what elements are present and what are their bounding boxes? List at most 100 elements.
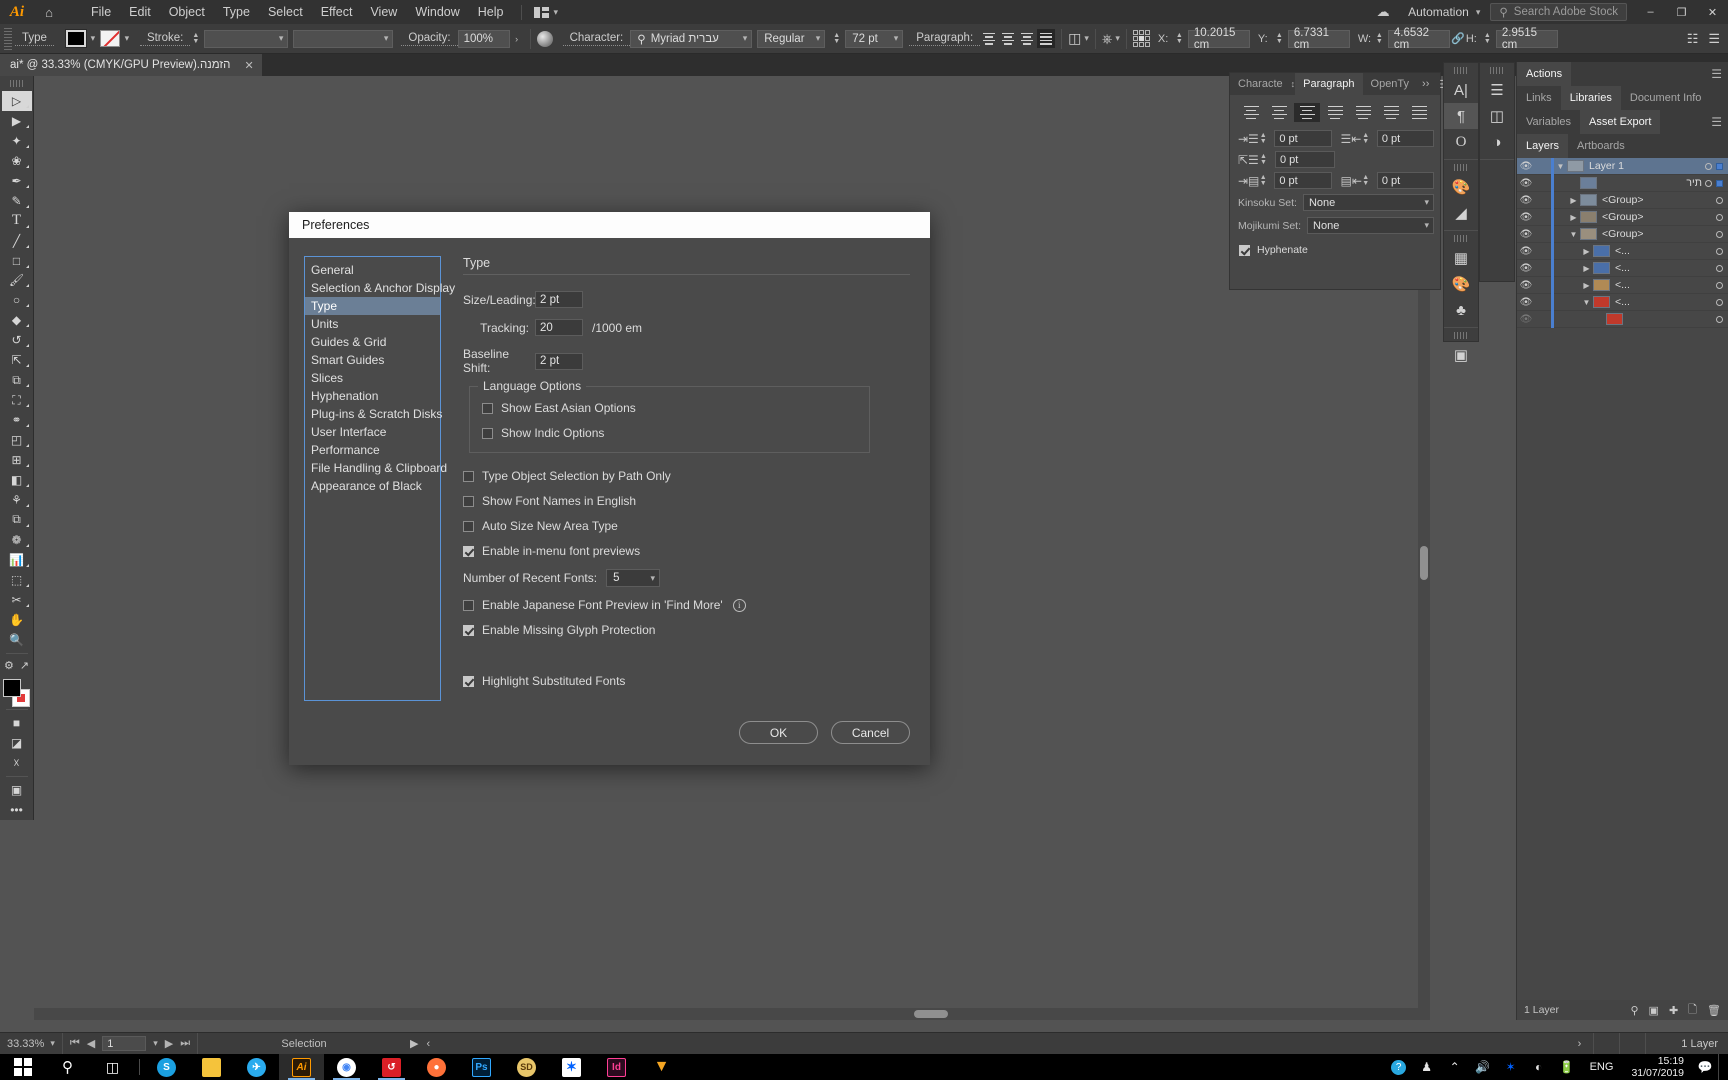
h-field[interactable]: 2.9515 cm	[1495, 27, 1558, 51]
align-right-button[interactable]	[1018, 29, 1036, 48]
layer-target-column[interactable]	[1702, 264, 1728, 272]
menu-effect[interactable]: Effect	[312, 1, 362, 23]
tab-variables[interactable]: Variables	[1517, 110, 1580, 134]
skype-icon[interactable]: S	[144, 1054, 189, 1080]
shaper-tool[interactable]: ○	[2, 290, 32, 310]
tab-paragraph[interactable]: Paragraph	[1295, 73, 1363, 95]
gradient-panel-icon[interactable]: ◫	[1480, 103, 1514, 129]
target-icon[interactable]	[1716, 196, 1723, 204]
table-row[interactable]: 👁 ▶ <Group>	[1517, 191, 1728, 209]
locate-object-icon[interactable]: ⚲	[1630, 1004, 1638, 1017]
none-mode-icon[interactable]: ☓	[2, 753, 32, 773]
soda-pdf-icon[interactable]: SD	[504, 1054, 549, 1080]
opacity-expand-icon[interactable]: ›	[510, 34, 524, 44]
highlight-substituted-fonts-checkbox[interactable]	[463, 675, 474, 687]
target-icon[interactable]	[1716, 281, 1723, 289]
eye-icon[interactable]: 👁	[1517, 246, 1535, 257]
screen-mode-icon[interactable]: ▣	[2, 780, 32, 800]
table-row[interactable]: 👁 ▶ <...	[1517, 276, 1728, 294]
tools-panel-grip[interactable]	[9, 80, 24, 87]
indent-right-input[interactable]: 0 pt	[1376, 130, 1434, 147]
hyphenate-row[interactable]: Hyphenate	[1230, 237, 1440, 256]
menu-select[interactable]: Select	[259, 1, 312, 23]
minimize-button[interactable]: –	[1635, 0, 1666, 24]
tab-opentype[interactable]: OpenTy	[1363, 73, 1418, 95]
dock-grip[interactable]	[1490, 67, 1504, 74]
cancel-button[interactable]: Cancel	[831, 721, 910, 744]
menu-file[interactable]: File	[82, 1, 120, 23]
gradient-tool[interactable]: ◧	[2, 470, 32, 490]
file-explorer-icon[interactable]	[189, 1054, 234, 1080]
volume-icon[interactable]: 🔊	[1470, 1060, 1496, 1074]
artboard-tool[interactable]: ⬚	[2, 570, 32, 590]
stroke-weight-stepper[interactable]: ▲ ▼	[190, 32, 201, 45]
layer-name[interactable]: <Group>	[1602, 228, 1702, 240]
show-east-asian-options-checkbox[interactable]	[482, 402, 493, 414]
fill-stroke-indicator[interactable]	[2, 678, 32, 707]
chevron-down-icon[interactable]: ▼	[1580, 298, 1593, 307]
table-row[interactable]: 👁 ▼ <...	[1517, 293, 1728, 311]
chevron-down-icon[interactable]: ▾	[120, 33, 134, 44]
layer-name[interactable]: <Group>	[1602, 194, 1702, 206]
y-stepper[interactable]: ▲ ▼	[1274, 32, 1285, 45]
color-guide-panel-icon[interactable]: ◢	[1444, 200, 1478, 226]
font-style-select[interactable]: Regular ▾	[757, 29, 826, 48]
w-field[interactable]: 4.6532 cm	[1387, 27, 1450, 51]
eye-icon[interactable]: 👁	[1517, 178, 1535, 189]
table-row[interactable]: 👁 ▼ Layer 1	[1517, 157, 1728, 175]
align-right-button[interactable]	[1294, 103, 1320, 122]
fill-indicator[interactable]	[2, 678, 21, 697]
layer-name[interactable]: <...	[1615, 262, 1702, 274]
font-size-stepper[interactable]: ▲ ▼	[831, 32, 842, 45]
stroke-color-swatch[interactable]	[99, 30, 120, 47]
shape-builder-tool[interactable]: ⚭	[2, 410, 32, 430]
menu-view[interactable]: View	[361, 1, 406, 23]
font-size-select[interactable]: 72 pt ▾	[845, 29, 904, 48]
layer-target-column[interactable]	[1702, 213, 1728, 221]
tracking-input[interactable]: 20	[535, 319, 583, 336]
rotate-tool[interactable]: ↺	[2, 330, 32, 350]
enable-missing-glyph-protection-checkbox[interactable]	[463, 624, 474, 636]
number-of-recent-fonts-select[interactable]: 5 ▾	[606, 569, 661, 587]
panel-menu-icon[interactable]: ☰	[1705, 110, 1728, 134]
character-panel-icon[interactable]: A|	[1444, 77, 1478, 103]
scale-tool[interactable]: ⇱	[2, 350, 32, 370]
space-before-input[interactable]: 0 pt	[1274, 172, 1332, 189]
line-segment-tool[interactable]: ╱	[2, 231, 32, 251]
category-guides-grid[interactable]: Guides & Grid	[305, 333, 440, 351]
lasso-tool[interactable]: ❀	[2, 151, 32, 171]
people-icon[interactable]: ♟	[1414, 1060, 1440, 1074]
status-cell[interactable]	[1645, 1032, 1671, 1055]
category-appearance-of-black[interactable]: Appearance of Black	[305, 477, 440, 495]
layer-name[interactable]: <...	[1615, 296, 1702, 308]
enable-in-menu-font-previews-checkbox[interactable]	[463, 545, 474, 557]
layer-target-column[interactable]	[1702, 196, 1728, 204]
magic-wand-tool[interactable]: ✦	[2, 131, 32, 151]
eye-icon[interactable]: 👁	[1517, 195, 1535, 206]
free-transform-tool[interactable]: ⛶	[2, 390, 32, 410]
preferences-category-list[interactable]: General Selection & Anchor Display Type …	[304, 256, 455, 701]
layer-target-column[interactable]	[1702, 230, 1728, 238]
tab-actions[interactable]: Actions	[1517, 62, 1572, 86]
edit-toolbar-icon[interactable]: ⚙	[4, 659, 14, 672]
target-icon[interactable]	[1716, 264, 1723, 272]
space-after-stepper[interactable]: ▲ ▼	[1361, 174, 1371, 187]
layer-target-column[interactable]	[1702, 247, 1728, 255]
x-stepper[interactable]: ▲ ▼	[1174, 32, 1185, 45]
blend-tool[interactable]: ⧉	[2, 510, 32, 530]
category-file-handling-clipboard[interactable]: File Handling & Clipboard	[305, 459, 447, 477]
indent-first-input[interactable]: 0 pt	[1275, 151, 1335, 168]
brushes-panel-icon[interactable]: 🎨	[1444, 271, 1478, 297]
paintbrush-tool[interactable]: 🖌	[2, 271, 32, 291]
horizontal-scrollbar[interactable]	[34, 1008, 1430, 1020]
eyedropper-tool[interactable]: ⚘	[2, 490, 32, 510]
chevron-right-icon[interactable]: ▶	[1580, 281, 1593, 290]
indesign-icon[interactable]: Id	[594, 1054, 639, 1080]
ok-button[interactable]: OK	[739, 721, 818, 744]
control-panel-menu-icon[interactable]: ☰	[1708, 31, 1720, 47]
tab-links[interactable]: Links	[1517, 86, 1561, 110]
type-object-selection-by-path-only-checkbox[interactable]	[463, 470, 474, 482]
zoom-tool[interactable]: 🔍	[2, 630, 32, 650]
vertical-scroll-thumb[interactable]	[1420, 546, 1428, 580]
layer-target-column[interactable]	[1702, 179, 1728, 187]
